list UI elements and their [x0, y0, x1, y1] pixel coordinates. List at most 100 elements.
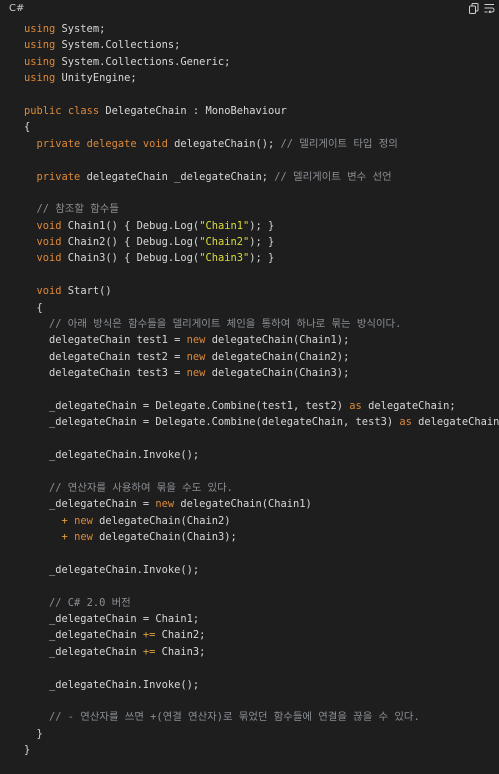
code-token: }	[24, 744, 31, 757]
code-token: _delegateChain	[24, 629, 143, 642]
code-token: "Chain1"	[199, 219, 250, 232]
code-block-header: C#	[0, 0, 499, 16]
code-token: using	[24, 72, 56, 85]
code-token: }	[24, 727, 43, 740]
code-token: public	[24, 104, 62, 117]
code-line: void Chain3() { Debug.Log("Chain3"); }	[24, 250, 499, 266]
code-token: +=	[142, 645, 156, 658]
code-token: System.Collections.Generic;	[55, 55, 231, 68]
code-token: Chain3() { Debug.Log(	[61, 252, 200, 265]
code-token: delegateChain test3 =	[24, 367, 187, 380]
code-token: delegateChain;	[361, 399, 456, 412]
code-line: // C# 2.0 버전	[24, 595, 499, 611]
code-token: // 델리게이트 변수 선언	[274, 170, 392, 183]
code-line: using System.Collections;	[24, 37, 499, 53]
code-token: // 아래 방식은 함수들을 델리게이트 체인을 통하여 하나로 묶는 방식이다…	[49, 318, 402, 331]
code-token: // 연산자를 사용하여 묶을 수도 있다.	[49, 481, 233, 494]
code-token: "Chain2"	[199, 236, 250, 249]
code-token: _delegateChain	[24, 645, 143, 658]
code-line: _delegateChain = Delegate.Combine(test1,…	[24, 398, 499, 414]
code-toolbar	[468, 2, 495, 14]
code-line: // - 연산자를 쓰면 +(연결 연산자)로 묶었던 함수들에 연결을 끊을 …	[24, 709, 499, 725]
code-token: Chain2;	[155, 629, 206, 642]
code-token: delegateChain;	[411, 416, 499, 429]
code-token: // C# 2.0 버전	[49, 596, 131, 609]
code-token: private	[36, 137, 81, 150]
code-token: using	[24, 39, 56, 52]
code-token: delegateChain(Chain3);	[92, 531, 237, 544]
code-token: delegateChain(Chain1)	[174, 498, 312, 511]
code-line: _delegateChain.Invoke();	[24, 447, 499, 463]
code-line: using System;	[24, 21, 499, 37]
code-token: new	[186, 334, 206, 347]
code-line: // 연산자를 사용하여 묶을 수도 있다.	[24, 480, 499, 496]
code-line: void Start()	[24, 283, 499, 299]
code-line: void Chain2() { Debug.Log("Chain2"); }	[24, 234, 499, 250]
code-line: void Chain1() { Debug.Log("Chain1"); }	[24, 218, 499, 234]
code-token: void	[36, 252, 62, 265]
code-token: System;	[55, 23, 106, 35]
code-line: using System.Collections.Generic;	[24, 54, 499, 70]
code-line: _delegateChain = new delegateChain(Chain…	[24, 496, 499, 512]
code-token: _delegateChain = Delegate.Combine(delega…	[24, 416, 400, 429]
code-token: // - 연산자를 쓰면 +(연결 연산자)로 묶었던 함수들에 연결을 끊을 …	[49, 711, 420, 724]
code-token: +=	[142, 629, 156, 642]
code-token: UnityEngine;	[55, 72, 137, 85]
code-token: new	[74, 514, 93, 527]
code-line: _delegateChain.Invoke();	[24, 677, 499, 693]
wrap-lines-icon[interactable]	[483, 2, 495, 14]
language-label: C#	[9, 3, 25, 14]
code-token: delegate	[86, 137, 137, 150]
code-token: "Chain3"	[199, 252, 250, 265]
code-token: ); }	[249, 219, 275, 232]
code-token: delegateChain();	[167, 137, 281, 150]
code-token: private	[36, 170, 81, 183]
code-token: _delegateChain.Invoke();	[24, 563, 200, 576]
code-token: delegateChain test2 =	[24, 350, 187, 363]
code-token: new	[155, 498, 175, 511]
code-line: _delegateChain.Invoke();	[24, 562, 499, 578]
code-line: delegateChain test3 = new delegateChain(…	[24, 365, 499, 381]
code-line: _delegateChain = Chain1;	[24, 611, 499, 627]
code-line: _delegateChain = Delegate.Combine(delega…	[24, 414, 499, 430]
code-line: _delegateChain += Chain2;	[24, 627, 499, 643]
code-token: _delegateChain.Invoke();	[24, 678, 200, 691]
code-line: using UnityEngine;	[24, 70, 499, 86]
code-line: }	[24, 726, 499, 742]
code-line: {	[24, 119, 499, 135]
code-line: delegateChain test1 = new delegateChain(…	[24, 332, 499, 348]
code-line: + new delegateChain(Chain3);	[24, 529, 499, 545]
code-line: delegateChain test2 = new delegateChain(…	[24, 349, 499, 365]
code-token: // 참조할 함수들	[36, 203, 119, 216]
code-token: delegateChain(Chain2);	[205, 350, 350, 363]
code-token: using	[24, 23, 56, 35]
code-token: Chain2() { Debug.Log(	[61, 236, 200, 249]
code-token: void	[36, 219, 62, 232]
code-token: delegateChain(Chain1);	[205, 334, 350, 347]
code-token: new	[74, 531, 93, 544]
code-line: }	[24, 742, 499, 758]
code-token: new	[186, 350, 206, 363]
code-token: delegateChain(Chain2)	[92, 514, 231, 527]
code-token: {	[24, 301, 43, 314]
code-line: private delegate void delegateChain(); /…	[24, 136, 499, 152]
code-token: delegateChain(Chain3);	[205, 367, 350, 380]
code-token: // 델리게이트 타입 정의	[280, 137, 398, 150]
code-token: Chain1() { Debug.Log(	[61, 219, 200, 232]
copy-icon[interactable]	[468, 2, 480, 14]
code-token: delegateChain _delegateChain;	[80, 170, 275, 183]
